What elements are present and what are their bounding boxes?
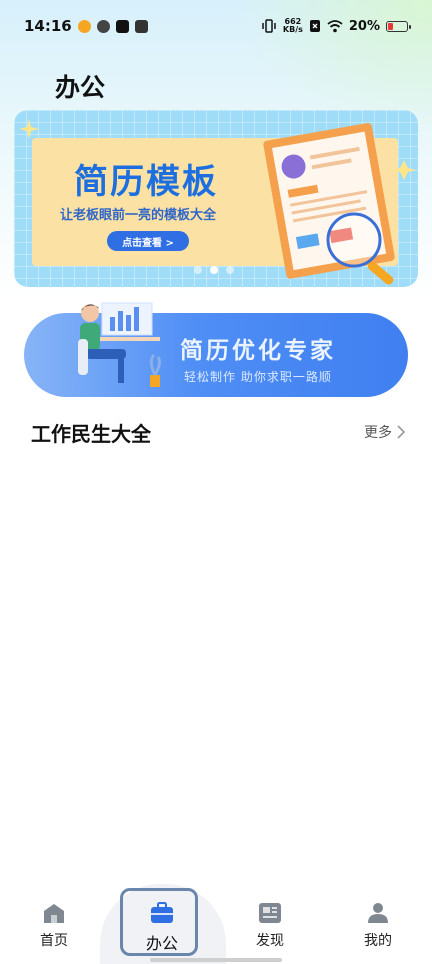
clock: 14:16 — [24, 17, 72, 35]
status-bar: 14:16 662 KB/s 20% — [0, 0, 432, 52]
banner-dot — [194, 266, 202, 274]
resume-document-illustration — [263, 123, 416, 285]
banner-title: 简历模板 — [74, 162, 218, 202]
banner-subtitle: 让老板眼前一亮的模板大全 — [60, 208, 217, 223]
banner-view-button[interactable]: 点击查看 > — [107, 231, 189, 251]
promo-subtitle: 轻松制作 助你求职一路顺 — [184, 370, 332, 384]
tiktok-notification-icon — [115, 19, 129, 33]
nav-item-home[interactable]: 首页 — [19, 902, 89, 958]
sparkle-icon — [19, 119, 39, 139]
nav-item-discover[interactable]: 发现 — [235, 902, 305, 958]
nav-label-home: 首页 — [40, 933, 68, 949]
chevron-right-icon — [397, 425, 406, 439]
promo-title: 简历优化专家 — [180, 338, 336, 364]
nav-item-office[interactable]: 办公 — [127, 902, 197, 958]
bottom-nav: 首页 办公 发现 我的 — [0, 884, 432, 964]
battery-percent: 20% — [348, 18, 380, 34]
banner-carousel[interactable]: 简历模板 让老板眼前一亮的模板大全 点击查看 > — [14, 110, 418, 287]
nav-label-office: 办公 — [145, 934, 178, 953]
status-right: 662 KB/s 20% — [261, 18, 411, 34]
section-header: 工作民生大全 更多 — [31, 418, 406, 446]
banner-dot — [226, 266, 234, 274]
battery-icon — [386, 20, 411, 32]
news-icon — [259, 903, 281, 923]
nav-label-profile: 我的 — [364, 933, 392, 949]
page-title: 办公 — [55, 73, 106, 102]
resume-optimize-card[interactable]: 简历优化专家 轻松制作 助你求职一路顺 — [24, 302, 408, 397]
mail-notification-icon — [134, 19, 148, 33]
home-icon — [44, 904, 64, 923]
wifi-icon — [327, 19, 343, 32]
app-notification-icon — [96, 19, 110, 33]
more-link[interactable]: 更多 — [364, 422, 406, 442]
briefcase-icon — [151, 902, 173, 923]
nav-item-profile[interactable]: 我的 — [343, 902, 413, 958]
home-indicator[interactable] — [150, 958, 282, 962]
status-left: 14:16 — [24, 17, 148, 35]
no-sim-icon — [309, 20, 320, 32]
user-icon — [368, 903, 388, 923]
more-label: 更多 — [364, 425, 392, 441]
person-at-desk-illustration — [78, 302, 161, 387]
weibo-notification-icon — [77, 19, 91, 33]
banner-page-indicator — [194, 266, 234, 274]
net-speed-unit: KB/s — [282, 25, 303, 34]
section-title: 工作民生大全 — [31, 421, 151, 446]
net-speed: 662 KB/s — [283, 18, 303, 34]
banner-dot-active — [210, 266, 218, 274]
vibrate-icon — [262, 19, 276, 33]
nav-label-discover: 发现 — [256, 933, 284, 949]
